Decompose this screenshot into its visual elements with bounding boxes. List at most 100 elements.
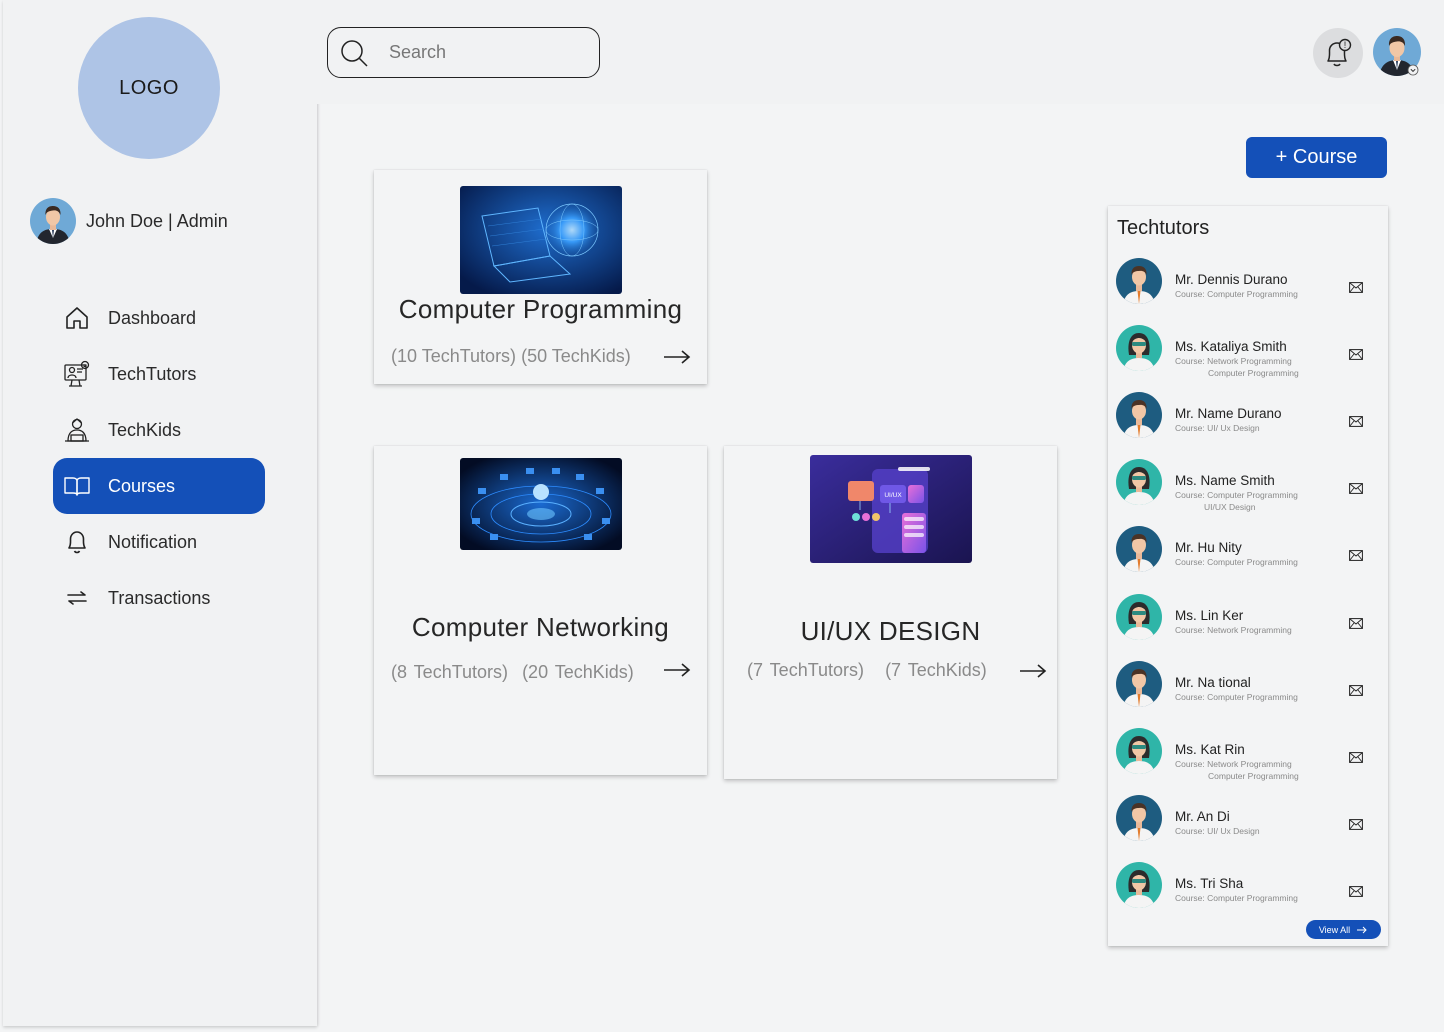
add-course-button[interactable]: + Course (1246, 137, 1387, 178)
arrow-right-icon[interactable] (1018, 663, 1048, 679)
tutor-row[interactable]: Ms. Kataliya Smith Course: Network Progr… (1116, 325, 1380, 381)
tutor-name[interactable]: Mr. Hu Nity (1175, 540, 1242, 555)
uiux-image-text: UI/UX (884, 492, 902, 499)
course-stats: (8 TechTutors) (20 TechKids) (391, 662, 634, 683)
tutor-course: Course: UI/ Ux Design (1175, 826, 1260, 836)
mail-icon[interactable] (1349, 349, 1363, 360)
techtutors-panel: Techtutors Mr. Dennis Durano Course: Com… (1108, 206, 1388, 946)
user-avatar[interactable] (30, 198, 76, 244)
tutor-row[interactable]: Ms. Name Smith Course: Computer Programm… (1116, 459, 1380, 515)
tutor-course-secondary: Computer Programming (1208, 771, 1299, 781)
sidebar-item-label: Courses (108, 475, 176, 496)
tutor-count: (10 TechTutors) (391, 346, 517, 366)
tutor-avatar[interactable] (1116, 392, 1162, 438)
notification-bell-icon: ! (1327, 38, 1352, 67)
panel-title: Techtutors (1117, 217, 1210, 239)
arrow-right-icon[interactable] (662, 349, 692, 365)
sidebar-item-label: TechKids (108, 419, 182, 440)
mail-icon[interactable] (1349, 483, 1363, 494)
tutor-course: Course: Computer Programming (1175, 893, 1298, 903)
kid-count: (20 TechKids) (522, 662, 634, 682)
notification-button[interactable]: ! (1313, 28, 1363, 78)
profile-avatar[interactable] (1373, 28, 1421, 76)
tutor-course: Course: Network Programming (1175, 356, 1292, 366)
course-card-programming[interactable]: Computer Programming (10 TechTutors) (50… (374, 170, 707, 384)
chevron-down-icon[interactable] (1407, 64, 1419, 76)
tutor-count: (8 TechTutors) (391, 662, 509, 682)
tutor-row[interactable]: Mr. Hu Nity Course: Computer Programming (1116, 526, 1380, 582)
tutor-avatar[interactable] (1116, 728, 1162, 774)
arrow-right-icon (1357, 926, 1367, 933)
tutor-row[interactable]: Mr. Dennis Durano Course: Computer Progr… (1116, 258, 1380, 314)
user-name: John Doe | Admin (86, 210, 228, 231)
tutor-avatar[interactable] (1116, 594, 1162, 640)
search-icon (341, 39, 368, 67)
tutor-row[interactable]: Ms. Tri Sha Course: Computer Programming (1116, 862, 1380, 918)
mail-icon[interactable] (1349, 618, 1363, 629)
tutor-row[interactable]: Ms. Lin Ker Course: Network Programming (1116, 594, 1380, 650)
course-stats: (7 TechTutors) (7 TechKids) (747, 660, 987, 681)
tutor-row[interactable]: Mr. Name Durano Course: UI/ Ux Design (1116, 392, 1380, 448)
mail-icon[interactable] (1349, 550, 1363, 561)
sidebar-item-transactions[interactable]: Transactions (53, 570, 265, 626)
search-input[interactable] (389, 42, 579, 63)
tutor-name[interactable]: Ms. Kataliya Smith (1175, 339, 1287, 354)
tutor-name[interactable]: Ms. Name Smith (1175, 473, 1275, 488)
course-card-networking[interactable]: Computer Networking (8 TechTutors) (20 T… (374, 446, 707, 775)
mail-icon[interactable] (1349, 416, 1363, 427)
tutor-name[interactable]: Mr. Name Durano (1175, 406, 1282, 421)
book-icon (63, 472, 91, 500)
kids-icon (63, 416, 91, 444)
tutor-avatar[interactable] (1116, 862, 1162, 908)
course-title: Computer Networking (411, 612, 670, 642)
tutor-avatar[interactable] (1116, 325, 1162, 371)
tutor-course: Course: Computer Programming (1175, 692, 1298, 702)
mail-icon[interactable] (1349, 819, 1363, 830)
tutor-course-secondary: UI/UX Design (1204, 502, 1256, 512)
view-all-label: View All (1318, 924, 1351, 935)
sidebar-item-label: Dashboard (108, 307, 197, 328)
course-card-uiux[interactable]: UI/UX UI/UX DESIGN (7 TechTutors) (7 Tec… (724, 446, 1057, 779)
network-image (460, 458, 622, 550)
tutor-name[interactable]: Ms. Tri Sha (1175, 876, 1243, 891)
tutor-row[interactable]: Mr. Na tional Course: Computer Programmi… (1116, 661, 1380, 717)
top-bar: ! (317, 0, 1444, 104)
arrow-right-icon[interactable] (662, 662, 692, 678)
tutor-course: Course: Network Programming (1175, 625, 1292, 635)
tutor-avatar[interactable] (1116, 526, 1162, 572)
course-title: UI/UX DESIGN (800, 616, 981, 646)
sidebar-item-courses[interactable]: Courses (53, 458, 265, 514)
mail-icon[interactable] (1349, 685, 1363, 696)
sidebar-item-techtutors[interactable]: TechTutors (53, 346, 265, 402)
uiux-image: UI/UX (810, 455, 972, 563)
sidebar-item-notification[interactable]: Notification (53, 514, 265, 570)
tutor-name[interactable]: Mr. An Di (1175, 809, 1230, 824)
transfer-icon (63, 584, 91, 612)
tutor-name[interactable]: Ms. Lin Ker (1175, 608, 1243, 623)
tutor-course-secondary: Computer Programming (1208, 368, 1299, 378)
mail-icon[interactable] (1349, 282, 1363, 293)
tutor-avatar[interactable] (1116, 661, 1162, 707)
mail-icon[interactable] (1349, 752, 1363, 763)
view-all-button[interactable]: View All (1306, 920, 1381, 939)
sidebar-item-label: Transactions (108, 587, 211, 608)
user-profile[interactable]: John Doe | Admin (30, 198, 228, 244)
tutor-course: Course: UI/ Ux Design (1175, 423, 1260, 433)
tutor-avatar[interactable] (1116, 258, 1162, 304)
tutor-avatar[interactable] (1116, 795, 1162, 841)
logo[interactable]: LOGO (78, 17, 220, 159)
sidebar-nav: Dashboard TechTutors TechKids Courses No… (53, 290, 265, 626)
mail-icon[interactable] (1349, 886, 1363, 897)
search-box[interactable] (327, 27, 600, 78)
home-icon (63, 304, 91, 332)
sidebar-item-dashboard[interactable]: Dashboard (53, 290, 265, 346)
tutor-avatar[interactable] (1116, 459, 1162, 505)
tutor-name[interactable]: Mr. Na tional (1175, 675, 1251, 690)
tutor-name[interactable]: Ms. Kat Rin (1175, 742, 1245, 757)
sidebar-item-techkids[interactable]: TechKids (53, 402, 265, 458)
tutor-course: Course: Network Programming (1175, 759, 1292, 769)
tutor-course: Course: Computer Programming (1175, 490, 1298, 500)
tutor-row[interactable]: Mr. An Di Course: UI/ Ux Design (1116, 795, 1380, 851)
tutor-row[interactable]: Ms. Kat Rin Course: Network Programming … (1116, 728, 1380, 784)
tutor-name[interactable]: Mr. Dennis Durano (1175, 272, 1288, 287)
